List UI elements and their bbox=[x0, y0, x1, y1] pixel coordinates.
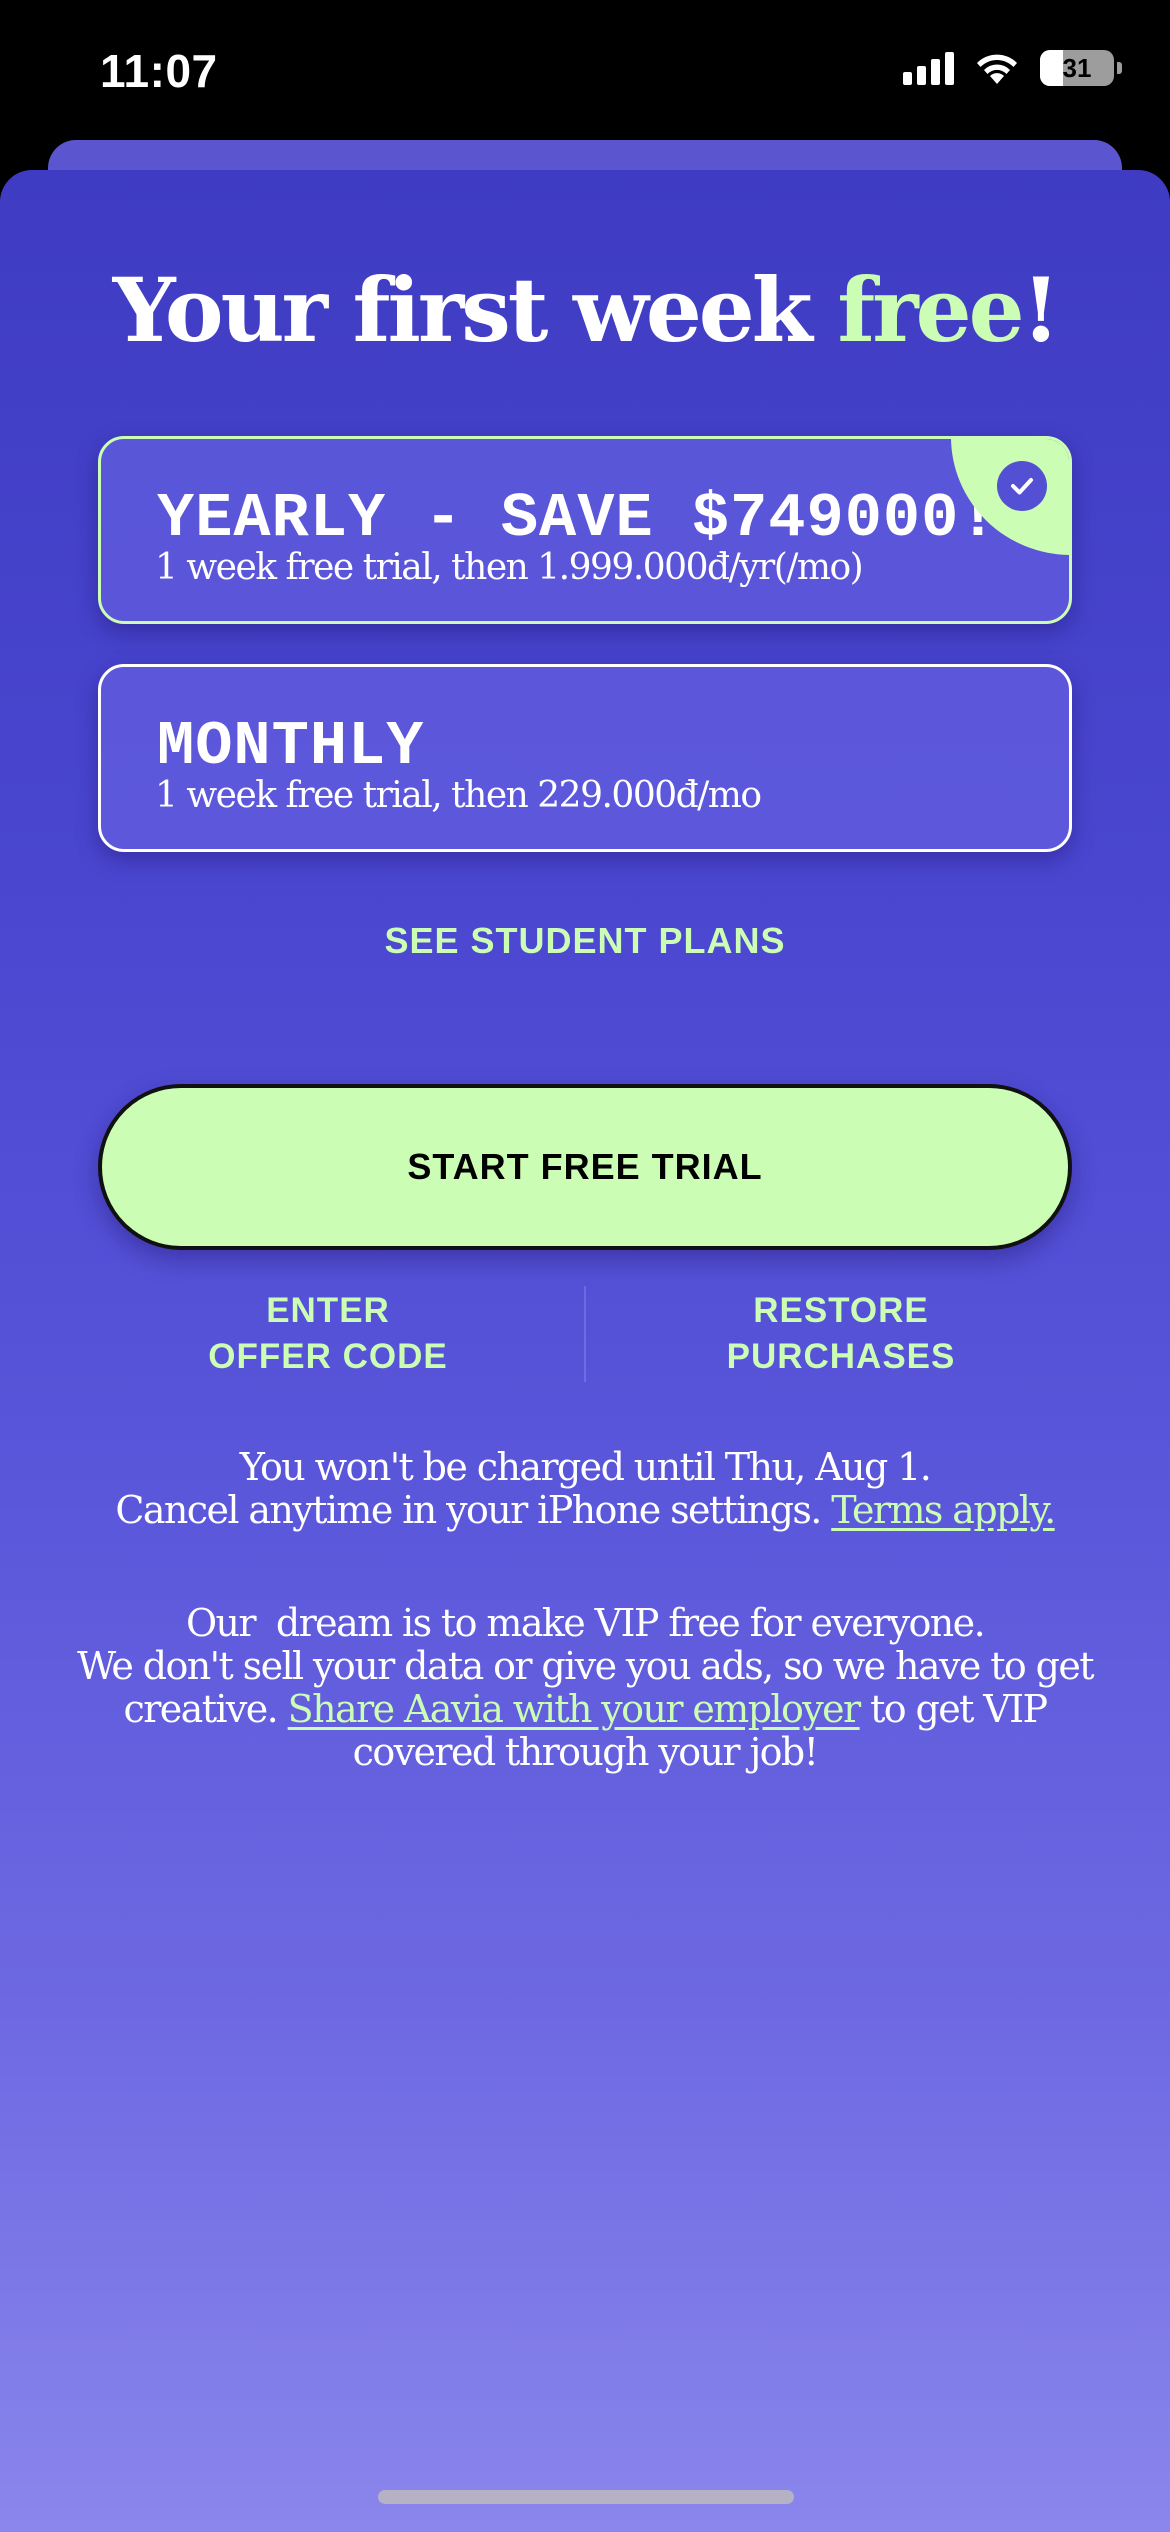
mission-line3: creative. Share Aavia with your employer… bbox=[60, 1688, 1110, 1731]
battery-cap bbox=[1117, 62, 1122, 74]
plan-option-monthly[interactable]: MONTHLY 1 week free trial, then 229.000đ… bbox=[98, 664, 1072, 852]
mission-line3-suffix: to get VIP bbox=[870, 1687, 1048, 1731]
charge-note-line2: Cancel anytime in your iPhone settings. bbox=[115, 1488, 822, 1532]
charge-note: You won't be charged until Thu, Aug 1. C… bbox=[60, 1446, 1110, 1532]
see-student-plans-link[interactable]: SEE STUDENT PLANS bbox=[0, 920, 1170, 962]
mission-line4: covered through your job! bbox=[352, 1730, 819, 1774]
page-title: Your first week free! bbox=[0, 258, 1170, 362]
status-time: 11:07 bbox=[100, 45, 218, 97]
status-bar: 11:07 31 bbox=[0, 0, 1170, 150]
plan-subtitle: 1 week free trial, then 1.999.000đ/yr(/m… bbox=[155, 547, 864, 588]
restore-line1: RESTORE bbox=[753, 1291, 929, 1330]
plan-title: YEARLY - SAVE $749000! bbox=[157, 483, 998, 554]
start-free-trial-button[interactable]: START FREE TRIAL bbox=[98, 1084, 1072, 1250]
mission-line3-prefix: creative. bbox=[123, 1687, 279, 1731]
charge-note-line1: You won't be charged until Thu, Aug 1. bbox=[239, 1445, 932, 1489]
battery-icon: 31 bbox=[1040, 50, 1122, 86]
cta-label: START FREE TRIAL bbox=[407, 1146, 763, 1187]
charge-note-line2-wrap: Cancel anytime in your iPhone settings. … bbox=[60, 1489, 1110, 1532]
paywall-sheet: Your first week free! YEARLY - SAVE $749… bbox=[0, 170, 1170, 2532]
enter-offer-code-link[interactable]: ENTER OFFER CODE bbox=[160, 1288, 496, 1380]
mission-note: Our dream is to make VIP free for everyo… bbox=[60, 1602, 1110, 1774]
battery-fill bbox=[1040, 50, 1063, 86]
signal-icon bbox=[903, 51, 954, 85]
status-icons: 31 bbox=[903, 50, 1122, 86]
mission-line1: Our dream is to make VIP free for everyo… bbox=[185, 1601, 986, 1645]
wifi-icon bbox=[977, 54, 1017, 84]
restore-purchases-link[interactable]: RESTORE PURCHASES bbox=[676, 1288, 1006, 1380]
battery-level: 31 bbox=[1062, 52, 1092, 83]
headline-suffix: ! bbox=[1021, 258, 1061, 362]
restore-line2: PURCHASES bbox=[726, 1337, 956, 1376]
headline-prefix: Your first week bbox=[112, 258, 838, 362]
home-indicator[interactable] bbox=[378, 2490, 794, 2504]
mission-line2: We don't sell your data or give you ads,… bbox=[77, 1644, 1094, 1688]
terms-link[interactable]: Terms apply. bbox=[831, 1488, 1056, 1532]
offer-code-line2: OFFER CODE bbox=[208, 1337, 448, 1376]
offer-code-line1: ENTER bbox=[266, 1291, 390, 1330]
plan-subtitle: 1 week free trial, then 229.000đ/mo bbox=[155, 775, 762, 816]
plan-option-yearly[interactable]: YEARLY - SAVE $749000! 1 week free trial… bbox=[98, 436, 1072, 624]
headline-accent: free bbox=[837, 258, 1024, 362]
plan-title: MONTHLY bbox=[157, 711, 425, 782]
share-employer-link[interactable]: Share Aavia with your employer bbox=[288, 1687, 862, 1731]
divider bbox=[584, 1286, 586, 1382]
check-icon bbox=[997, 461, 1047, 511]
